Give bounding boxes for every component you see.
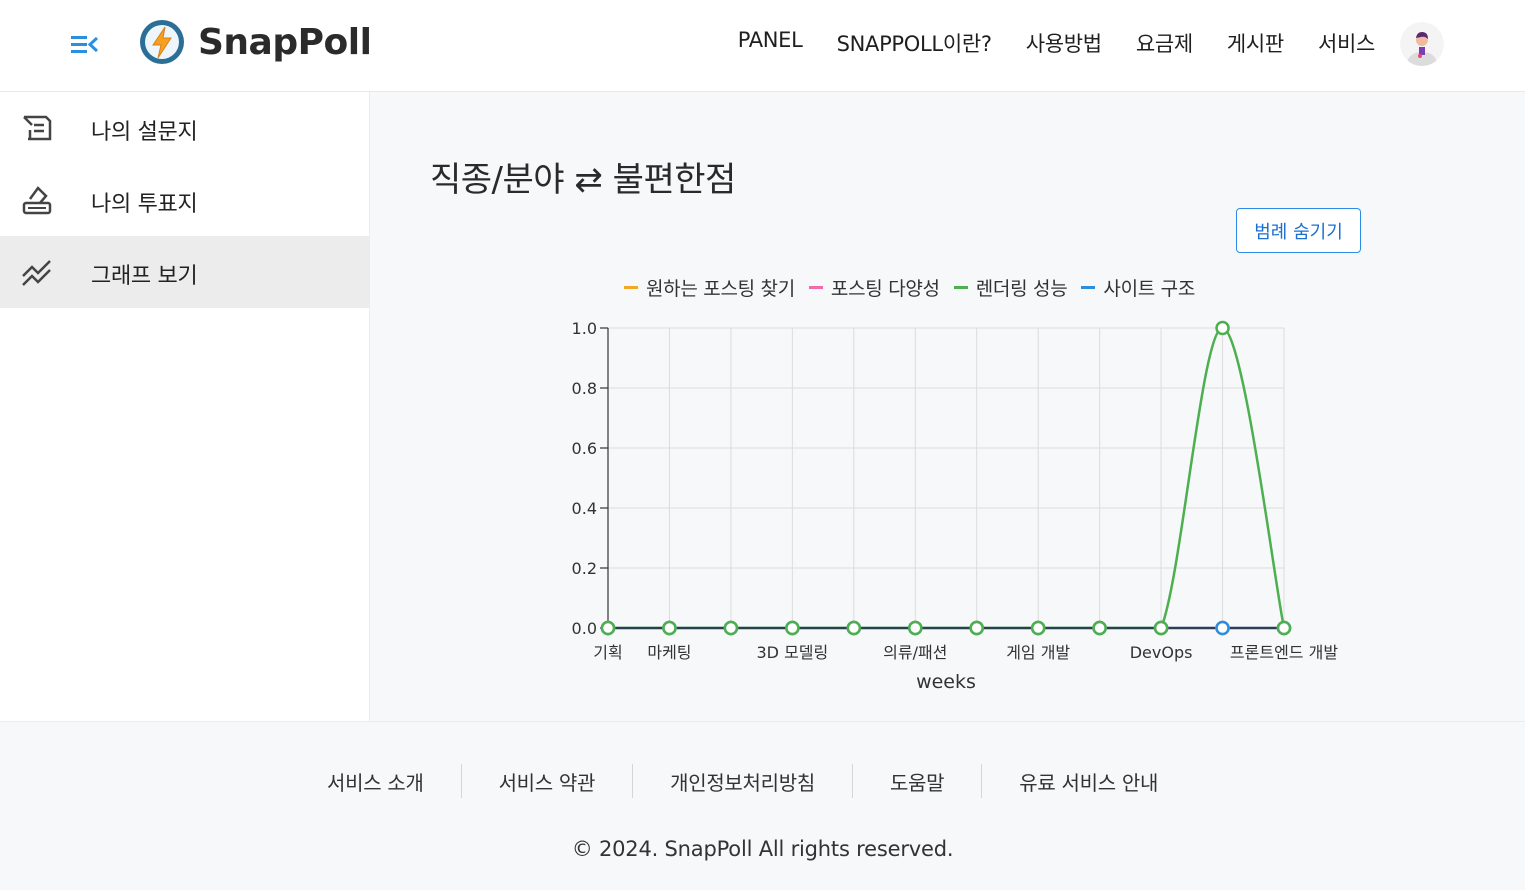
data-point [723, 620, 739, 636]
logo[interactable]: SnapPoll [138, 18, 372, 66]
x-tick-label: 3D 모델링 [756, 643, 828, 662]
footer-link-help[interactable]: 도움말 [853, 767, 981, 796]
y-tick-label: 1.0 [572, 319, 597, 338]
sidebar-item-my-surveys[interactable]: 나의 설문지 [0, 92, 369, 164]
nav-about[interactable]: SNAPPOLL이란? [837, 28, 992, 58]
x-axis-label: weeks [916, 671, 976, 693]
main-content: 직종/분야 ⇄ 불편한점 범례 숨기기 원하는 포스팅 찾기 포스팅 다양성 렌더링… [370, 92, 1525, 721]
footer-links: 서비스 소개 서비스 약관 개인정보처리방침 도움말 유료 서비스 안내 [290, 764, 1195, 798]
nav-board[interactable]: 게시판 [1227, 28, 1284, 58]
data-point [1092, 620, 1107, 636]
menu-toggle-icon[interactable] [68, 30, 100, 58]
sidebar-item-label: 나의 설문지 [91, 120, 198, 145]
nav-how-to-use[interactable]: 사용방법 [1026, 28, 1102, 58]
survey-edit-icon [23, 115, 52, 141]
y-tick-label: 0.0 [572, 619, 597, 638]
x-tick-label: 기획 [593, 643, 622, 662]
data-point [908, 620, 923, 636]
x-tick-label: 프론트엔드 개발 [1230, 643, 1338, 662]
data-point [1276, 620, 1292, 636]
sidebar-item-label: 나의 투표지 [91, 192, 198, 217]
nav-service[interactable]: 서비스 [1318, 28, 1375, 58]
footer-link-service-intro[interactable]: 서비스 소개 [290, 767, 461, 796]
footer: 서비스 소개 서비스 약관 개인정보처리방침 도움말 유료 서비스 안내 © 2… [0, 721, 1525, 890]
y-tick-label: 0.2 [572, 559, 597, 578]
footer-link-terms[interactable]: 서비스 약관 [462, 767, 633, 796]
data-point [1030, 620, 1046, 636]
data-point [600, 620, 616, 636]
logo-text: SnapPoll [198, 21, 372, 63]
sidebar-item-my-ballots[interactable]: 나의 투표지 [0, 164, 369, 236]
line-chart: 0.0 0.2 0.4 0.6 0.8 1.0 기획 마케팅 3D 모델링 의류/패션 게임 개발 D… [572, 319, 1339, 693]
series-line [608, 326, 1286, 630]
sidebar-item-view-graph[interactable]: 그래프 보기 [0, 236, 369, 308]
sidebar-item-label: 그래프 보기 [91, 264, 198, 289]
x-tick-label: 의류/패션 [883, 643, 947, 662]
data-point [662, 620, 677, 636]
data-point [785, 620, 800, 636]
data-point [1153, 620, 1169, 636]
sidebar: 나의 설문지 나의 투표지 그래프 보기 [0, 92, 370, 721]
user-avatar[interactable] [1400, 22, 1444, 66]
footer-link-privacy[interactable]: 개인정보처리방침 [633, 767, 852, 796]
x-tick-label: 마케팅 [647, 643, 691, 662]
y-tick-label: 0.4 [572, 499, 597, 518]
lightning-logo-icon [140, 20, 184, 64]
x-tick-label: 게임 개발 [1006, 643, 1070, 662]
main-nav: PANEL SNAPPOLL이란? 사용방법 요금제 게시판 서비스 [704, 28, 1376, 58]
nav-pricing[interactable]: 요금제 [1136, 28, 1193, 58]
ballot-box-icon [22, 186, 52, 215]
data-point [846, 620, 862, 636]
data-point [1215, 620, 1230, 636]
y-tick-label: 0.8 [572, 379, 597, 398]
x-tick-label: DevOps [1130, 643, 1193, 662]
top-header: SnapPoll PANEL SNAPPOLL이란? 사용방법 요금제 게시판 … [0, 0, 1525, 92]
nav-panel[interactable]: PANEL [738, 28, 803, 58]
data-point [1215, 320, 1230, 336]
footer-link-paid-service[interactable]: 유료 서비스 안내 [982, 767, 1195, 796]
y-tick-label: 0.6 [572, 439, 597, 458]
data-point [969, 620, 984, 636]
copyright: © 2024. SnapPoll All rights reserved. [571, 837, 954, 861]
trend-chart-icon [22, 260, 51, 286]
